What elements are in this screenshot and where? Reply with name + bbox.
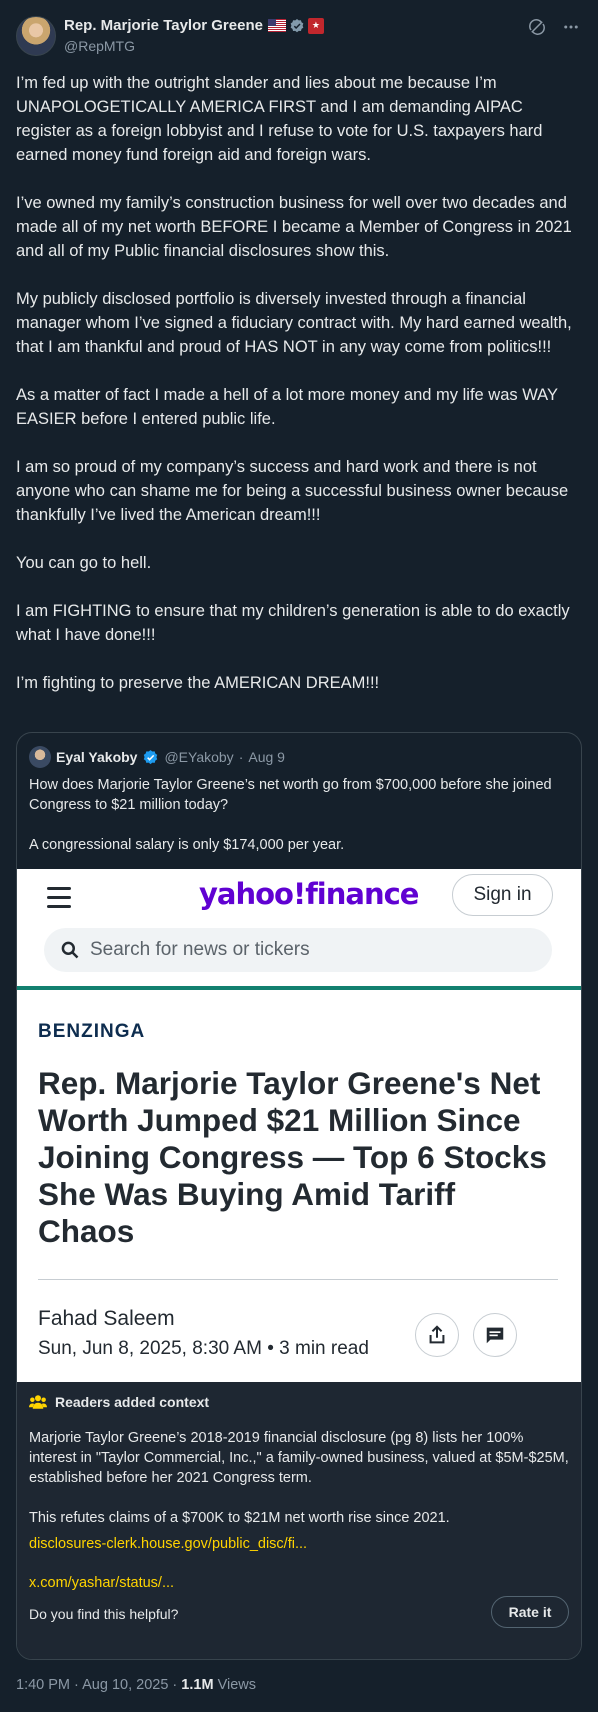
tweet-paragraph: My publicly disclosed portfolio is diver… xyxy=(16,290,572,356)
note-source-link[interactable]: x.com/yashar/status/... xyxy=(29,1575,174,1591)
quoted-author-avatar[interactable] xyxy=(29,746,51,768)
article-screenshot[interactable]: yahoo!finance Sign in BENZINGA Rep. Marj… xyxy=(17,869,581,1382)
tweet-header: Rep. Marjorie Taylor Greene ★ @RepMTG xyxy=(16,16,582,56)
quoted-author-name[interactable]: Eyal Yakoby xyxy=(56,749,137,765)
tweet-time[interactable]: 1:40 PM xyxy=(16,1677,70,1693)
share-icon xyxy=(415,1313,459,1357)
rate-it-button[interactable]: Rate it xyxy=(491,1596,569,1628)
verified-blue-badge-icon xyxy=(144,749,158,764)
grok-icon[interactable] xyxy=(526,16,548,38)
tweet-paragraph: I am FIGHTING to ensure that my children… xyxy=(16,602,570,644)
quoted-paragraph: A congressional salary is only $174,000 … xyxy=(29,837,345,853)
yahoo-header: yahoo!finance Sign in xyxy=(17,869,581,972)
author-name-row: Rep. Marjorie Taylor Greene ★ xyxy=(64,17,324,34)
helpful-question: Do you find this helpful? xyxy=(29,1606,179,1622)
community-note: Readers added context Marjorie Taylor Gr… xyxy=(17,1382,581,1659)
verified-gray-badge-icon[interactable] xyxy=(289,18,305,34)
tweet-date[interactable]: Aug 10, 2025 xyxy=(82,1677,168,1693)
note-source-link[interactable]: disclosures-clerk.house.gov/public_disc/… xyxy=(29,1536,307,1552)
meta-separator: · xyxy=(172,1677,178,1693)
article-date: Sun, Jun 8, 2025, 8:30 AM • 3 min read xyxy=(38,1338,369,1359)
meta-separator: · xyxy=(238,749,244,765)
tweet-text: I’m fed up with the outright slander and… xyxy=(16,71,582,719)
views-label: Views xyxy=(217,1677,256,1693)
accent-divider xyxy=(17,986,581,990)
yahoo-finance-logo: yahoo!finance xyxy=(199,877,419,911)
tweet-paragraph: I’ve owned my family’s construction busi… xyxy=(16,194,572,260)
header-actions xyxy=(526,16,582,38)
author-name[interactable]: Rep. Marjorie Taylor Greene xyxy=(64,17,263,34)
tweet-paragraph: As a matter of fact I made a hell of a l… xyxy=(16,386,558,428)
tweet-paragraph: I am so proud of my company’s success an… xyxy=(16,458,569,524)
source-label: BENZINGA xyxy=(38,1021,146,1042)
quoted-paragraph: How does Marjorie Taylor Greene’s net wo… xyxy=(29,777,552,813)
note-paragraph: This refutes claims of a $700K to $21M n… xyxy=(29,1510,450,1526)
search-bar xyxy=(44,928,552,972)
meta-separator: · xyxy=(74,1677,79,1693)
sign-in-button: Sign in xyxy=(452,874,553,916)
note-paragraph: Marjorie Taylor Greene’s 2018-2019 finan… xyxy=(29,1430,569,1486)
community-note-title-text: Readers added context xyxy=(55,1394,210,1410)
quoted-tweet[interactable]: Eyal Yakoby @EYakoby · Aug 9 How does Ma… xyxy=(16,732,582,1660)
author-avatar[interactable] xyxy=(16,16,56,56)
views-count[interactable]: 1.1M xyxy=(181,1677,213,1693)
divider xyxy=(38,1279,558,1280)
tweet-meta: 1:40 PM · Aug 10, 2025 · 1.1M Views xyxy=(16,1677,256,1693)
quoted-tweet-date[interactable]: Aug 9 xyxy=(248,749,285,765)
community-note-title: Readers added context xyxy=(29,1394,209,1410)
quoted-tweet-text: How does Marjorie Taylor Greene’s net wo… xyxy=(29,775,569,875)
article-headline: Rep. Marjorie Taylor Greene's Net Worth … xyxy=(38,1065,547,1249)
comment-icon xyxy=(473,1313,517,1357)
author-handle[interactable]: @RepMTG xyxy=(64,38,135,54)
tweet-paragraph: You can go to hell. xyxy=(16,554,152,572)
congress-label-icon[interactable]: ★ xyxy=(307,17,324,34)
quoted-tweet-header: Eyal Yakoby @EYakoby · Aug 9 xyxy=(29,746,285,768)
community-note-body: Marjorie Taylor Greene’s 2018-2019 finan… xyxy=(29,1428,569,1548)
search-icon xyxy=(61,941,79,959)
us-flag-icon xyxy=(267,19,286,32)
people-icon xyxy=(29,1395,47,1409)
quoted-author-handle[interactable]: @EYakoby xyxy=(164,749,233,765)
more-icon[interactable] xyxy=(560,16,582,38)
menu-icon xyxy=(47,887,71,909)
search-input xyxy=(90,939,530,961)
tweet-paragraph: I’m fed up with the outright slander and… xyxy=(16,74,543,164)
article-author: Fahad Saleem xyxy=(38,1307,175,1330)
tweet-paragraph: I’m fighting to preserve the AMERICAN DR… xyxy=(16,674,380,692)
